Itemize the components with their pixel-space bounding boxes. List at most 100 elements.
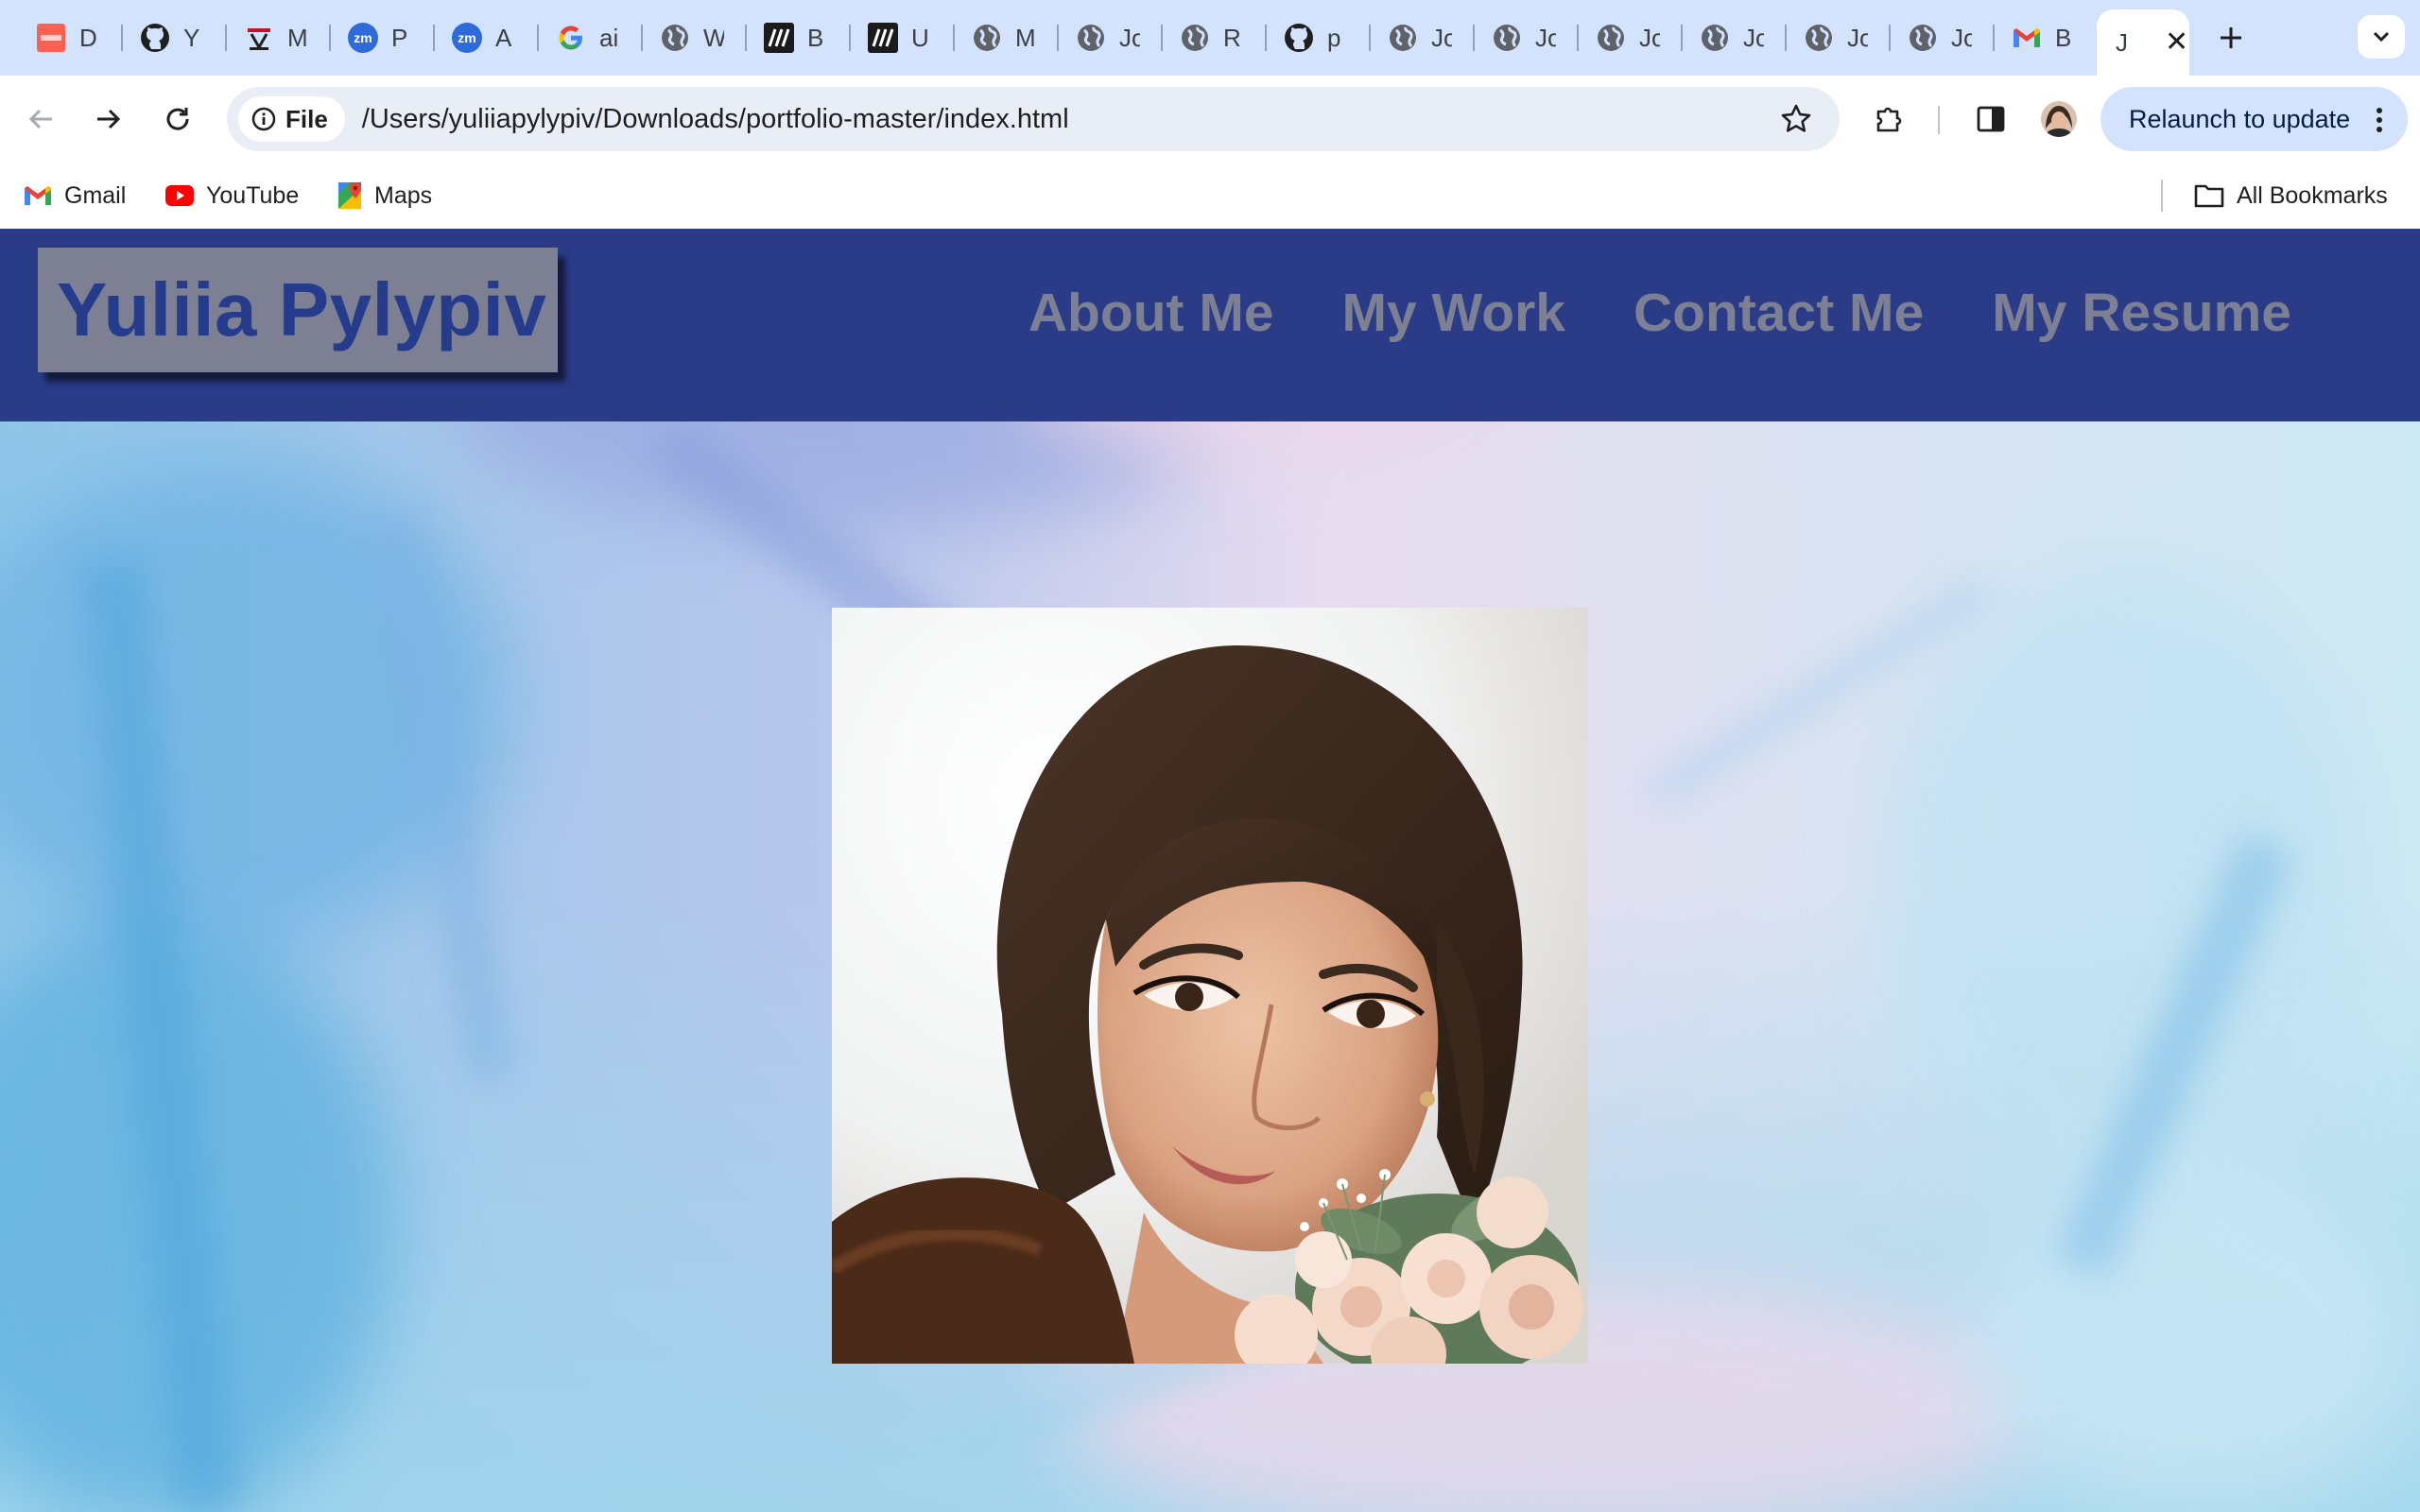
browser-tab[interactable]: ai — [539, 13, 620, 62]
gmail-icon — [2012, 23, 2042, 53]
tab-label: Jo — [1119, 23, 1140, 52]
tab-label: Jo — [1951, 23, 1972, 52]
side-panel-button[interactable] — [1968, 96, 2014, 142]
url-text: /Users/yuliiapylypiv/Downloads/portfolio… — [361, 103, 1069, 134]
browser-tab[interactable]: W — [643, 13, 724, 62]
back-button[interactable] — [19, 96, 64, 142]
bookmark-label: YouTube — [206, 181, 300, 209]
browser-tab[interactable]: Jo — [1371, 13, 1452, 62]
browser-tab[interactable]: p — [1267, 13, 1348, 62]
browser-tab[interactable]: Jo — [1579, 13, 1660, 62]
tab-label: M — [1015, 23, 1036, 52]
globe-icon — [1492, 23, 1522, 53]
reload-icon — [166, 108, 189, 130]
bookmarks-separator — [2161, 180, 2163, 212]
github-icon — [1284, 23, 1314, 53]
new-tab-button[interactable] — [2210, 17, 2252, 59]
github-icon — [140, 23, 170, 53]
nav-my-resume[interactable]: My Resume — [1992, 282, 2291, 344]
site-info-chip[interactable]: File — [238, 96, 345, 142]
tab-label: Jo — [1639, 23, 1660, 52]
tab-search-button[interactable] — [2358, 15, 2405, 59]
profile-button[interactable] — [2036, 96, 2082, 142]
arrow-left-icon — [28, 109, 52, 129]
browser-tab[interactable]: Jo — [1683, 13, 1764, 62]
tab-label: p — [1327, 23, 1341, 52]
bookmark-gmail[interactable]: Gmail — [23, 178, 126, 214]
nav-my-work[interactable]: My Work — [1342, 282, 1566, 344]
bookmark-star-button[interactable] — [1777, 100, 1815, 138]
browser-tab[interactable]: M — [227, 13, 308, 62]
active-browser-tab[interactable]: J ✕ — [2097, 9, 2189, 76]
bookmarks-bar: Gmail YouTube Maps All Bookmarks — [0, 163, 2420, 229]
bookmark-label: Maps — [374, 181, 433, 209]
site-header: Yuliia Pylypiv About Me My Work Contact … — [0, 229, 2420, 421]
site-logo[interactable]: Yuliia Pylypiv — [38, 248, 558, 372]
tab-strip: D Y M zm P zm A ai W B U M Jo R p Jo Jo … — [0, 0, 2420, 76]
tab-label: P — [391, 23, 408, 52]
more-menu-icon[interactable] — [2376, 108, 2383, 132]
dayjs-icon — [36, 23, 66, 53]
star-icon — [1781, 104, 1811, 132]
side-panel-icon — [1977, 106, 2005, 132]
browser-toolbar: File /Users/yuliiapylypiv/Downloads/port… — [0, 76, 2420, 163]
folder-icon — [2194, 184, 2224, 208]
browser-tab[interactable]: R — [1163, 13, 1244, 62]
maps-icon — [338, 182, 361, 209]
browser-tab[interactable]: M — [955, 13, 1036, 62]
relaunch-button[interactable]: Relaunch to update — [2100, 87, 2408, 151]
browser-tab[interactable]: zm P — [331, 13, 412, 62]
nav-about-me[interactable]: About Me — [1028, 282, 1274, 344]
chevron-down-icon — [2373, 31, 2390, 43]
browser-tab[interactable]: Jo — [1059, 13, 1140, 62]
all-bookmarks-button[interactable]: All Bookmarks — [2193, 178, 2388, 214]
mdn-icon — [868, 23, 898, 53]
tab-label: Jo — [1535, 23, 1556, 52]
tab-label: D — [79, 23, 97, 52]
tab-label: R — [1223, 23, 1241, 52]
tab-label: Jo — [1431, 23, 1452, 52]
globe-icon — [1596, 23, 1626, 53]
browser-tab[interactable]: Jo — [1475, 13, 1556, 62]
mdn-icon — [764, 23, 794, 53]
globe-icon — [1076, 23, 1106, 53]
globe-icon — [1180, 23, 1210, 53]
page-viewport: Yuliia Pylypiv About Me My Work Contact … — [0, 229, 2420, 1512]
browser-tab[interactable]: D — [19, 13, 100, 62]
arrow-right-icon — [97, 109, 121, 129]
browser-tab[interactable]: Y — [123, 13, 204, 62]
browser-tab[interactable]: Jo — [1891, 13, 1972, 62]
address-bar[interactable]: File /Users/yuliiapylypiv/Downloads/port… — [227, 87, 1840, 151]
nav-contact-me[interactable]: Contact Me — [1634, 282, 1924, 344]
browser-tab[interactable]: U — [851, 13, 932, 62]
close-tab-icon[interactable]: ✕ — [2165, 28, 2188, 57]
reload-button[interactable] — [155, 96, 200, 142]
zoom-icon: zm — [452, 23, 482, 53]
avatar — [2041, 101, 2077, 137]
globe-icon — [1388, 23, 1418, 53]
globe-icon — [1804, 23, 1834, 53]
forward-button[interactable] — [85, 96, 130, 142]
tab-label: B — [807, 23, 824, 52]
browser-tab[interactable]: B — [1995, 13, 2076, 62]
globe-icon — [1908, 23, 1938, 53]
bookmark-maps[interactable]: Maps — [337, 178, 432, 214]
tab-label: B — [2055, 23, 2072, 52]
active-tab-label: J — [2116, 27, 2128, 57]
browser-tab[interactable]: zm A — [435, 13, 516, 62]
browser-tab[interactable]: Jo — [1787, 13, 1868, 62]
site-nav: About Me My Work Contact Me My Resume — [1028, 282, 2291, 344]
site-info-label: File — [285, 104, 328, 133]
university-icon — [244, 23, 274, 53]
puzzle-icon — [1876, 107, 1902, 132]
bookmark-youtube[interactable]: YouTube — [164, 178, 299, 214]
svg-text:zm: zm — [458, 30, 475, 45]
tab-label: Jo — [1743, 23, 1764, 52]
browser-tab[interactable]: B — [747, 13, 828, 62]
gmail-icon — [25, 186, 51, 205]
youtube-icon — [165, 185, 194, 206]
tab-label: U — [911, 23, 929, 52]
site-logo-text: Yuliia Pylypiv — [57, 267, 547, 352]
bookmark-label: Gmail — [64, 181, 127, 209]
extensions-button[interactable] — [1867, 96, 1912, 142]
